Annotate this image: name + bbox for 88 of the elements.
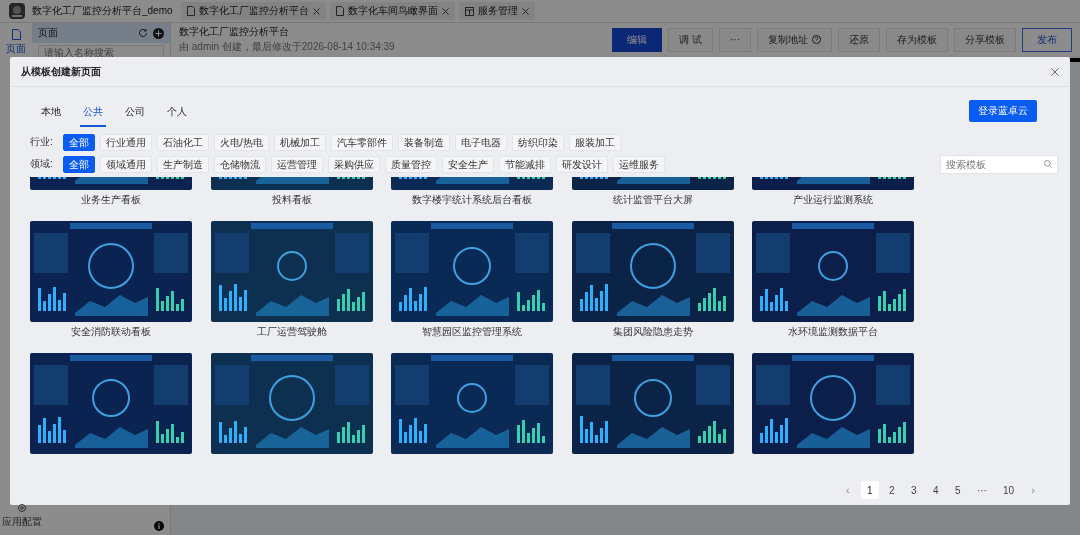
- settings-icon: [17, 503, 27, 513]
- page-button[interactable]: 4: [926, 481, 945, 499]
- toolbar-button[interactable]: 编辑: [612, 27, 663, 52]
- tab[interactable]: 个人: [164, 101, 190, 127]
- toolbar-button[interactable]: 还原: [838, 27, 880, 52]
- template-name: 安全消防联动看板: [71, 325, 151, 339]
- filter-chip[interactable]: 运营管理: [271, 155, 323, 173]
- dashboard-thumbnail[interactable]: [391, 221, 553, 322]
- tab[interactable]: 公共: [80, 101, 106, 127]
- filter-chip[interactable]: 服装加工: [568, 133, 621, 151]
- filter-chip[interactable]: 机械加工: [273, 133, 326, 151]
- grid-icon: [464, 6, 474, 16]
- page-button[interactable]: 10: [996, 481, 1020, 499]
- tab[interactable]: 公司: [122, 101, 148, 127]
- filter-chip[interactable]: 电子电器: [454, 133, 507, 151]
- filter-chip[interactable]: 装备制造: [397, 133, 450, 151]
- page-title: 数字化工厂监控分析平台: [179, 25, 290, 39]
- logo-icon: [8, 2, 26, 20]
- filter-label: 行业:: [30, 135, 54, 149]
- dashboard-thumbnail[interactable]: [571, 353, 734, 454]
- template-name: 集团风险隐患走势: [612, 325, 693, 339]
- search-field[interactable]: 搜索模板: [940, 154, 1058, 174]
- document-icon: [186, 6, 195, 16]
- close-icon[interactable]: [312, 7, 320, 15]
- filter-label: 领域:: [30, 157, 54, 171]
- dashboard-thumbnail[interactable]: [752, 353, 914, 454]
- template-name: 数字楼宇统计系统后台看板: [412, 193, 532, 207]
- filter-chip[interactable]: 全部: [63, 133, 95, 151]
- filter-chip[interactable]: 火电/热电: [214, 133, 269, 151]
- dashboard-thumbnail[interactable]: [30, 353, 192, 454]
- page-tab[interactable]: 数字化工厂监控分析平台: [180, 2, 326, 20]
- page-meta: 由 admin 创建，最后修改于2026-08-14 10:34:39: [179, 40, 396, 54]
- page-tab[interactable]: 数字化车间鸟瞰界面: [329, 2, 455, 20]
- toolbar-button[interactable]: ···: [719, 27, 751, 52]
- filter-chip[interactable]: 采购供应: [328, 155, 380, 173]
- document-icon: [11, 29, 21, 40]
- filter-chip[interactable]: 生产制造: [157, 155, 209, 173]
- dashboard-thumbnail[interactable]: [391, 353, 553, 454]
- tab[interactable]: 本地: [38, 101, 64, 127]
- login-button[interactable]: 登录蓝卓云: [969, 100, 1037, 122]
- filter-chip[interactable]: 领域通用: [100, 155, 152, 173]
- filter-chip[interactable]: 全部: [63, 155, 95, 173]
- page-button[interactable]: 3: [904, 481, 923, 499]
- filter-chip[interactable]: 节能减排: [499, 155, 551, 173]
- page-button[interactable]: 5: [948, 481, 967, 499]
- refresh-icon[interactable]: [138, 28, 148, 38]
- close-icon[interactable]: [441, 7, 449, 15]
- template-name: 业务生产看板: [81, 193, 141, 207]
- filter-chip[interactable]: 汽车零部件: [330, 133, 393, 151]
- app-settings-item[interactable]: 应用配置: [2, 503, 42, 529]
- template-name: 智慧园区监控管理系统: [422, 325, 522, 339]
- dashboard-thumbnail[interactable]: [210, 221, 373, 322]
- template-name: 产业运行监测系统: [793, 193, 873, 207]
- page-button[interactable]: 1: [860, 481, 879, 499]
- close-icon[interactable]: [521, 7, 529, 15]
- toolbar-button[interactable]: 复制地址: [757, 27, 832, 52]
- toolbar-button[interactable]: 调 试: [668, 27, 713, 52]
- toolbar-button[interactable]: 分享模板: [954, 27, 1016, 52]
- filter-chip[interactable]: 石油化工: [157, 133, 209, 151]
- dashboard-thumbnail[interactable]: [752, 221, 914, 322]
- dashboard-thumbnail[interactable]: [30, 221, 192, 322]
- help-icon: [812, 35, 821, 44]
- dashboard-thumbnail[interactable]: [210, 353, 373, 454]
- filter-chip[interactable]: 运维服务: [613, 155, 665, 173]
- filter-chip[interactable]: 仓储物流: [214, 155, 266, 173]
- close-icon[interactable]: [1051, 67, 1059, 76]
- filter-chip[interactable]: 质量管控: [385, 155, 437, 173]
- template-name: 投料看板: [271, 193, 312, 207]
- filter-chip[interactable]: 行业通用: [100, 133, 152, 151]
- template-name: 统计监管平台大屏: [612, 193, 693, 207]
- template-name: 工厂运营驾驶舱: [256, 325, 327, 339]
- document-icon: [335, 6, 344, 16]
- app-title: 数字化工厂监控分析平台_demo: [32, 4, 173, 18]
- toolbar-button[interactable]: 存为模板: [886, 27, 948, 52]
- toolbar-button[interactable]: 发布: [1022, 27, 1072, 52]
- template-name: 水环境监测数据平台: [788, 325, 878, 339]
- info-icon: [154, 521, 164, 531]
- page-button[interactable]: ···: [970, 481, 993, 499]
- filter-chip[interactable]: 纺织印染: [511, 133, 564, 151]
- page-tab[interactable]: 服务管理: [458, 2, 535, 20]
- page-button[interactable]: 2: [882, 481, 901, 499]
- filter-chip[interactable]: 研发设计: [556, 155, 608, 173]
- add-icon[interactable]: [153, 27, 164, 39]
- rail-item[interactable]: 页面: [6, 29, 26, 56]
- dashboard-thumbnail[interactable]: [571, 221, 734, 322]
- panel-title: 页面: [38, 26, 58, 40]
- filter-chip[interactable]: 安全生产: [442, 155, 494, 173]
- dialog-title: 从模板创建新页面: [21, 64, 101, 79]
